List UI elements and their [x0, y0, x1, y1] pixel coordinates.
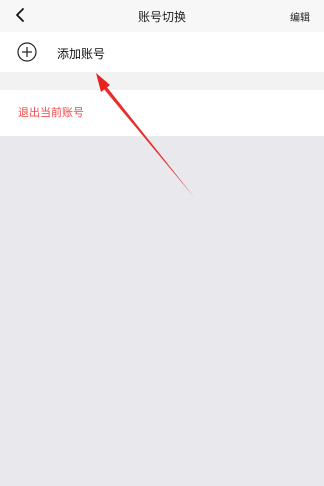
- add-account-label: 添加账号: [57, 47, 106, 61]
- section-divider: [0, 72, 324, 90]
- page-title: 账号切换: [137, 10, 186, 24]
- top-navigation-bar: 账号切换 编辑: [0, 0, 324, 32]
- edit-button[interactable]: 编辑: [290, 9, 310, 24]
- logout-button[interactable]: 退出当前账号: [18, 104, 84, 120]
- logout-row[interactable]: 退出当前账号: [0, 90, 324, 136]
- add-account-row[interactable]: 添加账号: [0, 32, 324, 72]
- plus-circle-icon: [17, 42, 37, 62]
